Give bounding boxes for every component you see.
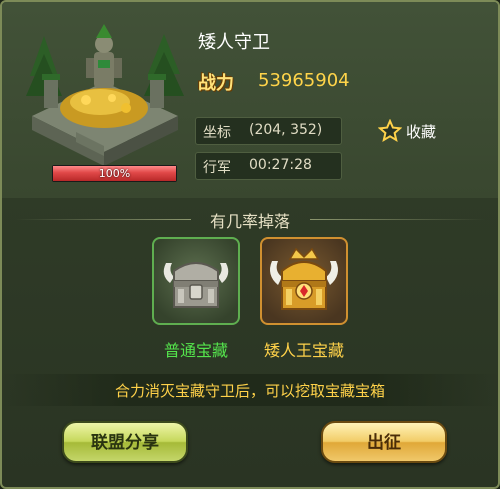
- hint-banner: 合力消灭宝藏守卫后，可以挖取宝藏宝箱: [2, 374, 498, 406]
- coordinate-value: (204, 352): [249, 122, 323, 138]
- alliance-share-button[interactable]: 联盟分享: [62, 421, 188, 463]
- drop-item-dwarf-king-treasure[interactable]: [260, 237, 348, 325]
- drop-section-title: 有几率掉落: [209, 212, 290, 231]
- power-value: 53965904: [258, 70, 350, 91]
- hp-percent: 100%: [98, 167, 131, 180]
- march-time-label: 行军: [203, 160, 231, 176]
- march-time-value: 00:27:28: [249, 157, 312, 173]
- drop-item-common-treasure[interactable]: [152, 237, 240, 325]
- dwarf-king-treasure-chest-icon: [270, 247, 338, 310]
- target-info-panel: 100% 矮人守卫 战力 53965904 坐标 (204, 352) 行军 0…: [0, 0, 500, 489]
- drop-item-dwarf-king-treasure-label: 矮人王宝藏: [263, 341, 344, 360]
- march-time-box: 行军 00:27:28: [195, 152, 342, 180]
- target-name: 矮人守卫: [198, 32, 270, 53]
- coordinate-box: 坐标 (204, 352): [195, 117, 342, 145]
- march-button[interactable]: 出征: [321, 421, 447, 463]
- hint-text: 合力消灭宝藏守卫后，可以挖取宝藏宝箱: [114, 382, 385, 400]
- target-portrait: [16, 16, 192, 176]
- favorite-label: 收藏: [406, 123, 437, 141]
- common-treasure-chest-icon: [163, 262, 229, 308]
- drop-item-common-treasure-label: 普通宝藏: [163, 341, 228, 360]
- coordinate-label: 坐标: [203, 125, 231, 141]
- power-label: 战力: [198, 73, 234, 94]
- star-icon: [378, 119, 402, 143]
- treasure-guard-image: [26, 24, 184, 166]
- hp-bar: 100%: [52, 165, 177, 182]
